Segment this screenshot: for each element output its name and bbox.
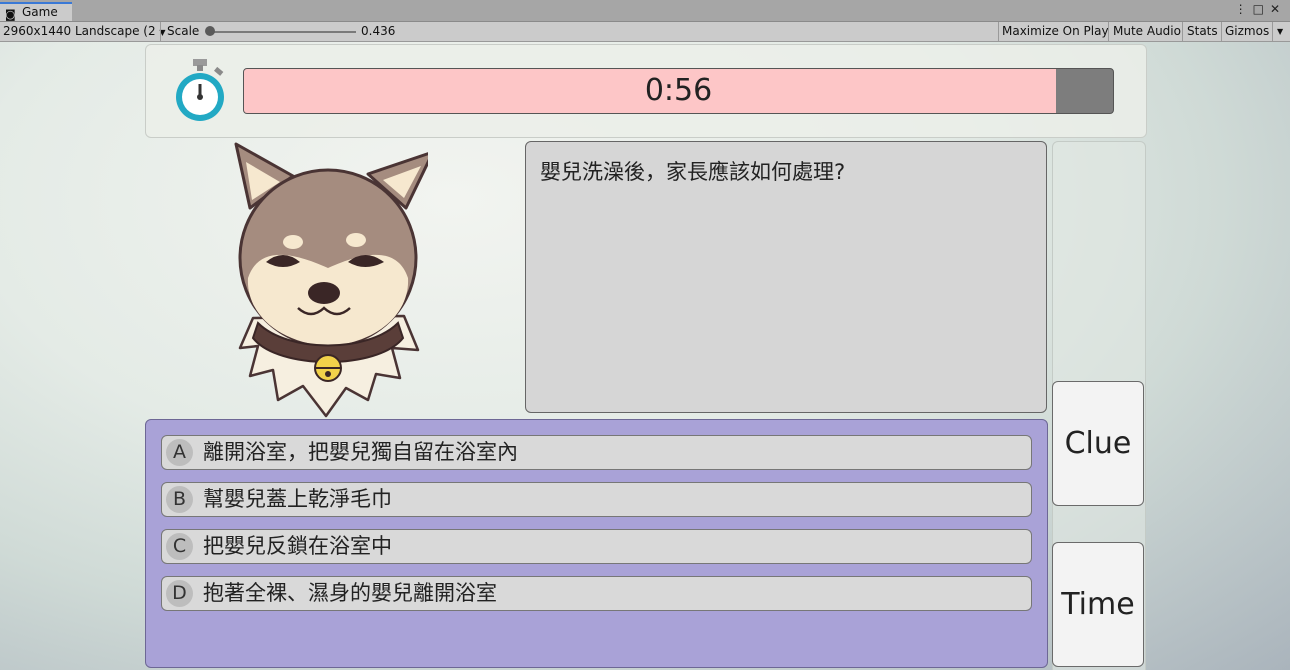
answer-text: 抱著全裸、濕身的嬰兒離開浴室 <box>203 581 497 605</box>
scale-value: 0.436 <box>361 24 396 38</box>
question-box: 嬰兒洗澡後，家長應該如何處理? <box>525 141 1047 413</box>
more-options-icon[interactable]: ⋮ <box>1235 2 1253 16</box>
shiba-dog-character <box>234 142 428 418</box>
answer-option-d[interactable]: D 抱著全裸、濕身的嬰兒離開浴室 <box>161 576 1032 611</box>
toolbar-divider <box>160 22 161 41</box>
resolution-label: 2960x1440 Landscape (2 <box>3 24 156 38</box>
game-tab-label: Game <box>22 5 58 19</box>
timer-bar: 0:56 <box>243 68 1114 114</box>
answer-letter-badge: B <box>166 486 193 513</box>
scale-slider-track[interactable] <box>208 31 356 33</box>
timer-text: 0:56 <box>644 73 713 108</box>
answer-option-a[interactable]: A 離開浴室，把嬰兒獨自留在浴室內 <box>161 435 1032 470</box>
answer-text: 幫嬰兒蓋上乾淨毛巾 <box>203 487 392 511</box>
answer-option-b[interactable]: B 幫嬰兒蓋上乾淨毛巾 <box>161 482 1032 517</box>
editor-tab-bar: ◙ Game ⋮□✕ <box>0 0 1290 22</box>
resolution-dropdown[interactable]: 2960x1440 Landscape (2 ▼ <box>3 22 166 41</box>
scale-slider-handle[interactable] <box>205 26 215 36</box>
maximize-icon[interactable]: □ <box>1253 2 1270 16</box>
answer-text: 把嬰兒反鎖在浴室中 <box>203 534 392 558</box>
clue-button[interactable]: Clue <box>1052 381 1144 506</box>
answer-text: 離開浴室，把嬰兒獨自留在浴室內 <box>203 440 518 464</box>
game-view-toolbar: 2960x1440 Landscape (2 ▼ Scale 0.436 Max… <box>0 22 1290 42</box>
game-tab[interactable]: ◙ Game <box>0 2 72 21</box>
mute-audio-toggle[interactable]: Mute Audio <box>1113 22 1181 41</box>
answer-letter-badge: D <box>166 580 193 607</box>
toolbar-divider <box>1182 22 1183 41</box>
maximize-on-play-toggle[interactable]: Maximize On Play <box>1002 22 1109 41</box>
gamepad-icon: ◙ <box>5 8 16 21</box>
game-view: 0:56 嬰兒洗澡後，家長應該如何處理? Clue Time A 離開浴室，把嬰… <box>0 42 1290 670</box>
gizmos-toggle[interactable]: Gizmos <box>1225 22 1269 41</box>
answer-letter-badge: A <box>166 439 193 466</box>
window-controls: ⋮□✕ <box>1235 2 1286 16</box>
timer-panel: 0:56 <box>145 44 1147 138</box>
toolbar-divider <box>1108 22 1109 41</box>
question-text: 嬰兒洗澡後，家長應該如何處理? <box>540 160 846 184</box>
gizmos-dropdown-icon[interactable]: ▼ <box>1277 22 1283 41</box>
scale-label: Scale <box>167 24 200 38</box>
stopwatch-icon <box>176 59 224 121</box>
stats-toggle[interactable]: Stats <box>1187 22 1218 41</box>
toolbar-divider <box>1272 22 1273 41</box>
answer-letter-badge: C <box>166 533 193 560</box>
answers-panel: A 離開浴室，把嬰兒獨自留在浴室內 B 幫嬰兒蓋上乾淨毛巾 C 把嬰兒反鎖在浴室… <box>145 419 1048 668</box>
toolbar-divider <box>1221 22 1222 41</box>
time-button[interactable]: Time <box>1052 542 1144 667</box>
close-icon[interactable]: ✕ <box>1270 2 1286 16</box>
answer-option-c[interactable]: C 把嬰兒反鎖在浴室中 <box>161 529 1032 564</box>
toolbar-divider <box>998 22 999 41</box>
